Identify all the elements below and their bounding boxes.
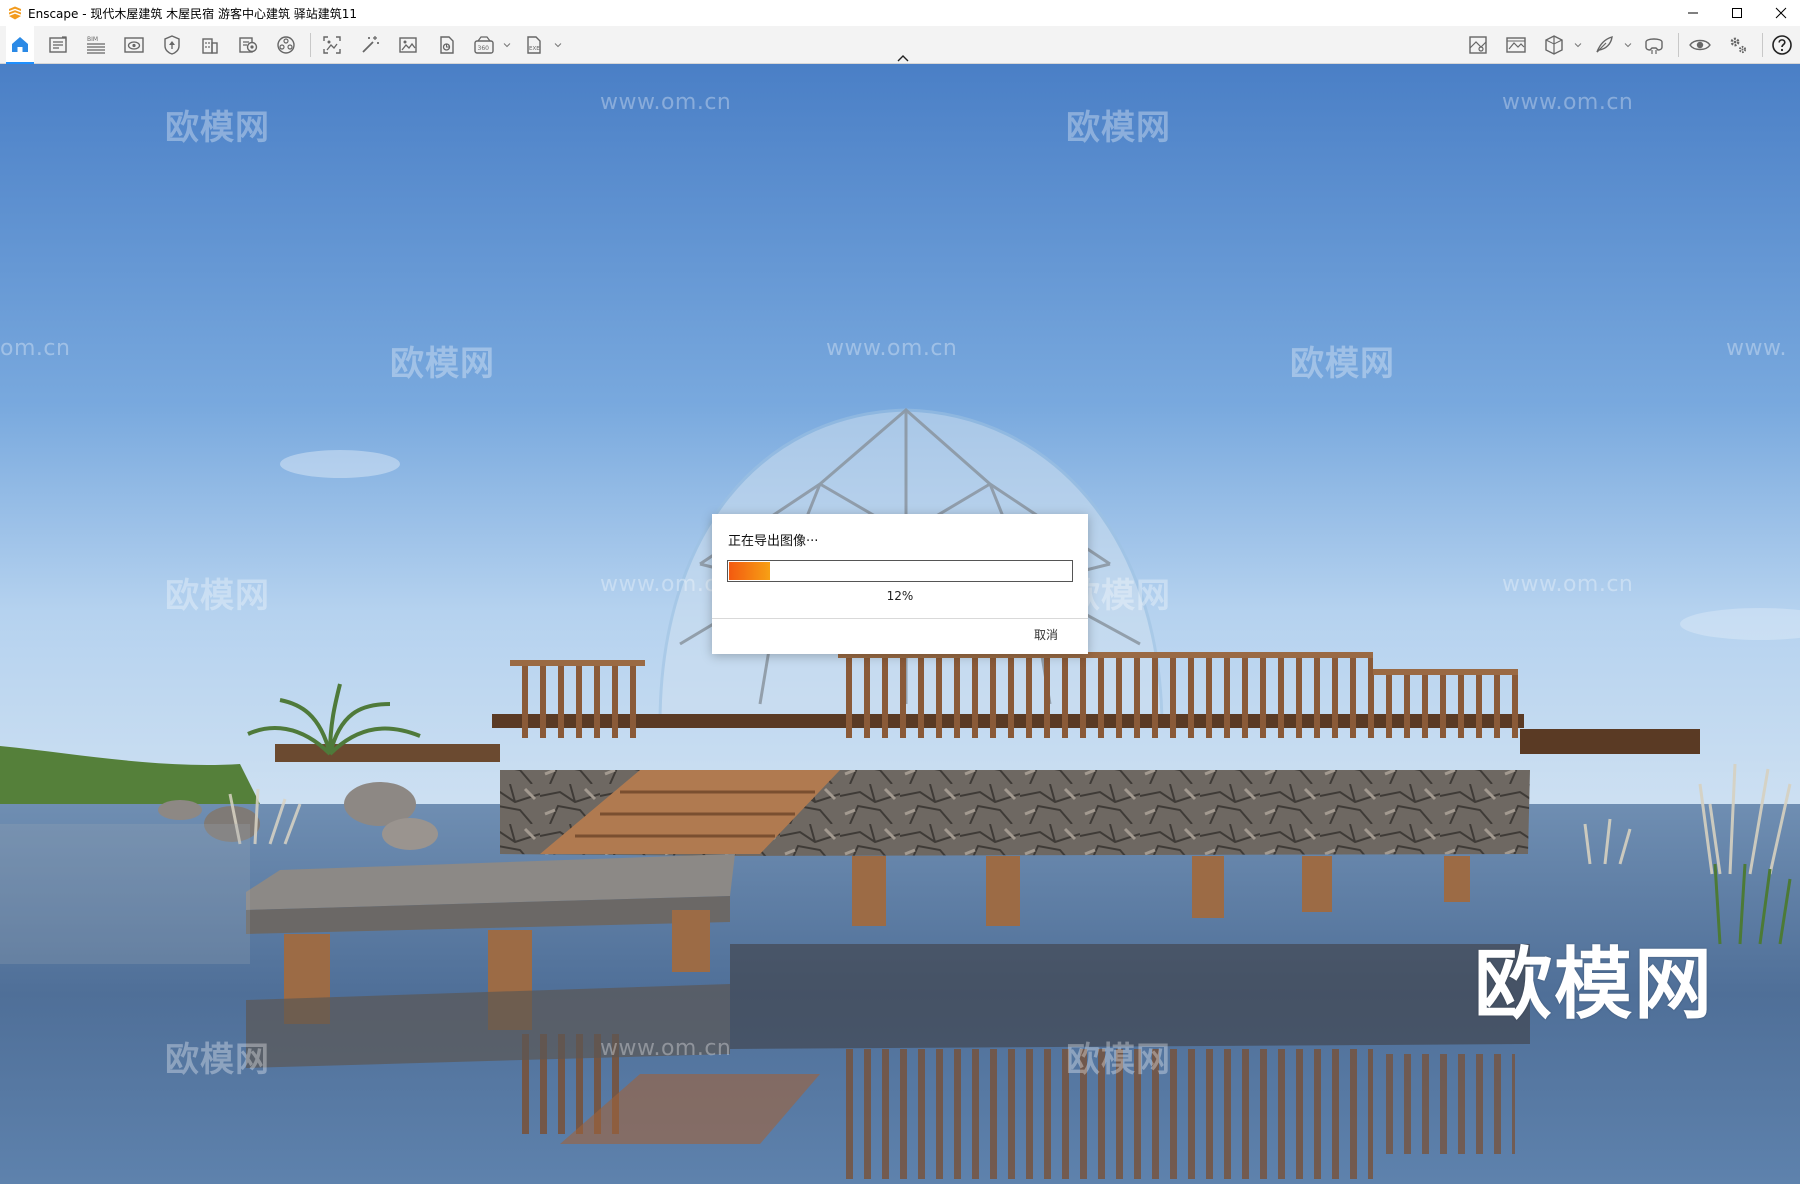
screenshot-button[interactable] [318, 26, 346, 64]
watermark: 欧模网 [1290, 344, 1395, 384]
bim-button[interactable]: BIM [82, 26, 110, 64]
export-panorama-icon [440, 36, 454, 54]
title-bar: Enscape - 现代木屋建筑 木屋民宿 游客中心建筑 驿站建筑11 [0, 0, 1800, 26]
toolbar-separator [310, 33, 311, 57]
asset-library-icon [49, 36, 67, 53]
site-context-button[interactable] [158, 26, 186, 64]
map-button[interactable] [1464, 26, 1492, 64]
help-icon [1772, 35, 1792, 55]
toolbar-separator [1762, 33, 1763, 57]
cancel-button[interactable]: 取消 [1034, 626, 1058, 643]
feather-dropdown-caret[interactable] [1623, 26, 1633, 64]
chevron-down-icon [554, 43, 562, 48]
watermark-url: www.om.cn [1502, 572, 1634, 597]
chevron-up-icon [897, 55, 909, 62]
home-icon [12, 37, 28, 52]
dialog-message: 正在导出图像··· [728, 534, 819, 549]
feather-icon [1596, 36, 1613, 53]
home-button[interactable] [6, 26, 34, 64]
export-exe-icon: EXE [527, 36, 541, 54]
watermark-url: www.om.cn [1502, 90, 1634, 115]
section-cube-icon [1545, 35, 1563, 55]
site-context-icon [164, 35, 180, 55]
minimize-icon [1688, 12, 1698, 14]
window-title: Enscape - 现代木屋建筑 木屋民宿 游客中心建筑 驿站建筑11 [28, 6, 358, 21]
enscape-logo-icon [9, 6, 21, 20]
watermark: 欧模网 [165, 1040, 270, 1080]
close-icon [1775, 7, 1787, 19]
material-editor-icon [239, 37, 258, 53]
visual-settings-button[interactable] [1686, 26, 1714, 64]
chevron-down-icon [1624, 43, 1632, 48]
help-button[interactable] [1768, 26, 1796, 64]
magic-wand-icon [362, 36, 379, 53]
watermark: 欧模网 [390, 344, 495, 384]
maximize-button[interactable] [1715, 0, 1759, 26]
minimize-button[interactable] [1671, 0, 1715, 26]
watermark-url: www. [1726, 336, 1787, 361]
image-settings-button[interactable] [1502, 26, 1530, 64]
asset-library-button[interactable] [44, 26, 72, 64]
export-dropdown-caret[interactable] [553, 26, 563, 64]
video-dropdown-caret[interactable] [502, 26, 512, 64]
image-settings-icon [1506, 37, 1526, 53]
material-editor-button[interactable] [234, 26, 262, 64]
progress-bar-fill [729, 562, 770, 580]
vr-headset-icon [1645, 38, 1663, 54]
watermark-url: www.om.cn [600, 90, 732, 115]
watermark: 欧模网 [1066, 1040, 1171, 1080]
video-360-button[interactable]: 360 [470, 26, 498, 64]
atmosphere-button[interactable] [272, 26, 300, 64]
export-exe-button[interactable]: EXE [520, 26, 548, 64]
settings-gear-icon [1730, 37, 1747, 54]
collapse-toolbar-toggle[interactable] [892, 52, 914, 64]
maximize-icon [1732, 8, 1742, 18]
svg-text:BIM: BIM [87, 36, 98, 43]
visual-settings-icon [1689, 39, 1711, 51]
settings-button[interactable] [1724, 26, 1752, 64]
watermark-url: om.cn [0, 336, 71, 361]
watermark: 欧模网 [165, 108, 270, 148]
svg-text:360: 360 [478, 45, 490, 52]
svg-text:EXE: EXE [529, 46, 540, 52]
toolbar-separator [1678, 33, 1679, 57]
export-panorama-button[interactable] [432, 26, 460, 64]
feather-button[interactable] [1590, 26, 1618, 64]
magic-wand-button[interactable] [356, 26, 384, 64]
video-360-icon: 360 [474, 36, 494, 54]
map-icon [1469, 36, 1487, 54]
chevron-down-icon [1574, 43, 1582, 48]
watermark-url: www.om.cn [600, 1036, 732, 1061]
close-button[interactable] [1759, 0, 1800, 26]
chevron-down-icon [503, 43, 511, 48]
view-icon [124, 37, 144, 53]
progress-bar [727, 560, 1073, 582]
watermark-url: www.om.cn [826, 336, 958, 361]
dialog-divider [712, 618, 1088, 619]
bim-icon: BIM [87, 36, 105, 54]
view-management-button[interactable] [120, 26, 148, 64]
screenshot-icon [323, 36, 341, 54]
section-dropdown-caret[interactable] [1573, 26, 1583, 64]
brand-watermark: 欧模网 [1474, 940, 1715, 1030]
export-progress-dialog: 正在导出图像··· 12% 取消 [712, 514, 1088, 654]
building-button[interactable] [196, 26, 224, 64]
watermark: 欧模网 [1066, 108, 1171, 148]
building-icon [202, 38, 218, 54]
watermark: 欧模网 [165, 576, 270, 616]
atmosphere-icon [277, 36, 295, 54]
render-image-button[interactable] [394, 26, 422, 64]
progress-percent: 12% [886, 589, 914, 603]
section-cube-button[interactable] [1540, 26, 1568, 64]
render-image-icon [399, 37, 417, 53]
vr-headset-button[interactable] [1640, 26, 1668, 64]
